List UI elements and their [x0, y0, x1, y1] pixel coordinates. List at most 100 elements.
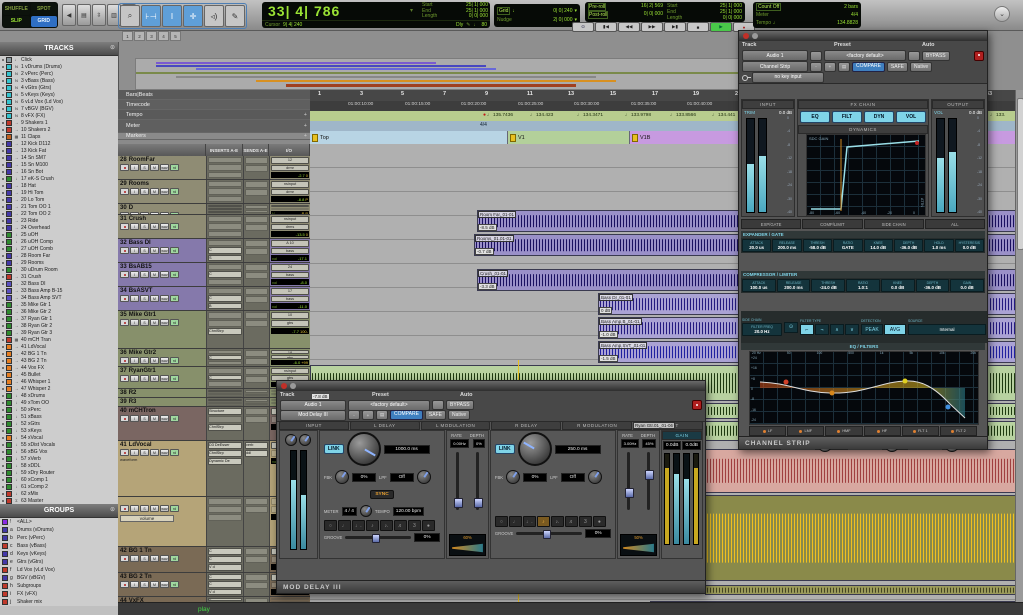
- solo-button[interactable]: S: [140, 164, 149, 171]
- track-list-item[interactable]: → 16 Sn Bot: [0, 168, 118, 175]
- insert-slot[interactable]: C: [208, 205, 242, 207]
- scrollbar-thumb[interactable]: [1017, 98, 1023, 250]
- marker-segment[interactable]: V1: [508, 131, 630, 144]
- right-feedback-value[interactable]: 0%: [523, 473, 547, 482]
- fx-chain-button[interactable]: DYN: [864, 111, 894, 123]
- side-chain-source-selector[interactable]: Internal: [908, 324, 986, 335]
- send-slot[interactable]: [245, 210, 268, 214]
- track-show-dot[interactable]: [2, 227, 4, 229]
- solo-button[interactable]: S: [140, 319, 149, 326]
- insert-slot[interactable]: V d: [208, 564, 242, 571]
- track-name[interactable]: RyanGtr1: [129, 368, 156, 374]
- track-show-dot[interactable]: [2, 164, 4, 166]
- left-depth-value[interactable]: 0%: [473, 439, 485, 448]
- automation-mode-button[interactable]: rd: [170, 188, 179, 195]
- record-enable-button[interactable]: [120, 164, 129, 171]
- track-name[interactable]: Mike Gtr2: [129, 350, 156, 356]
- edit-tool-button[interactable]: ⌕: [120, 5, 140, 27]
- track-show-dot[interactable]: [2, 122, 4, 124]
- track-header[interactable]: 29Rooms I S M wav rd: [118, 180, 310, 204]
- zoom-preset-button[interactable]: 2: [134, 31, 145, 41]
- native-selector[interactable]: Native: [910, 62, 932, 72]
- input-selector[interactable]: nsinput: [271, 216, 309, 223]
- insert-slot[interactable]: [208, 288, 242, 294]
- insert-slot[interactable]: [208, 196, 242, 202]
- send-slot[interactable]: [245, 548, 268, 555]
- record-enable-button[interactable]: [120, 415, 129, 422]
- safe-button[interactable]: SAFE: [425, 410, 446, 420]
- note-duration-button[interactable]: ♩: [338, 520, 351, 531]
- track-list-item[interactable]: → 22 Tom OO 2: [0, 210, 118, 217]
- librarian-icon[interactable]: [810, 51, 822, 61]
- right-lpf-knob[interactable]: [588, 470, 602, 484]
- track-view-selector[interactable]: wav: [160, 164, 169, 171]
- insert-slot[interactable]: [208, 164, 242, 170]
- name-column-header[interactable]: [118, 144, 206, 156]
- mute-button[interactable]: M: [150, 223, 159, 230]
- send-slot[interactable]: [245, 556, 268, 563]
- track-show-dot[interactable]: [2, 451, 4, 453]
- solo-button[interactable]: S: [140, 188, 149, 195]
- insert-slot[interactable]: C: [208, 548, 242, 555]
- track-view-label[interactable]: waveform: [120, 457, 206, 462]
- track-show-dot[interactable]: [2, 353, 4, 355]
- insert-slot[interactable]: D3 DeEsser: [208, 442, 242, 449]
- automation-mode-button[interactable]: rd: [170, 555, 179, 562]
- track-show-dot[interactable]: [2, 262, 4, 264]
- note-duration-button[interactable]: ○: [324, 520, 337, 531]
- track-show-dot[interactable]: [2, 395, 4, 397]
- track-name[interactable]: Crush: [129, 216, 146, 222]
- track-list-item[interactable]: → 21 Tom OO 1: [0, 203, 118, 210]
- input-selector[interactable]: 17: [271, 288, 309, 295]
- track-show-dot[interactable]: [2, 206, 4, 208]
- send-slot[interactable]: [245, 272, 268, 279]
- automation-mode-button[interactable]: rd: [170, 415, 179, 422]
- input-selector[interactable]: 24: [271, 264, 309, 271]
- insert-slot[interactable]: C: [208, 574, 242, 580]
- track-list-item[interactable]: → 44 Vox FX: [0, 364, 118, 371]
- dynamics-param[interactable]: ATTACK20.0 us: [742, 239, 771, 252]
- insert-slot[interactable]: [208, 188, 242, 194]
- input-trim-knob[interactable]: [299, 434, 311, 446]
- track-list-item[interactable]: ↓ 61 xComp 2: [0, 483, 118, 490]
- tempo-event[interactable]: ● ♩ 135.7436: [483, 112, 513, 118]
- groove-slider[interactable]: [516, 532, 582, 535]
- transport-button[interactable]: ▮◀: [595, 22, 617, 32]
- output-vol-value[interactable]: 0.0 dB: [969, 110, 982, 115]
- tracks-menu-icon[interactable]: ⊙: [110, 44, 115, 51]
- track-view-selector[interactable]: wav: [160, 247, 169, 254]
- send-slot[interactable]: [245, 296, 268, 303]
- input-monitor-button[interactable]: I: [130, 164, 139, 171]
- track-list-item[interactable]: ↓ 48 xDrums: [0, 392, 118, 399]
- mute-button[interactable]: M: [150, 415, 159, 422]
- input-monitor-button[interactable]: I: [130, 223, 139, 230]
- dynamics-param[interactable]: RATIO1.0:1: [846, 279, 880, 292]
- input-monitor-button[interactable]: I: [130, 188, 139, 195]
- clip-gain-badge[interactable]: -3.3 dB: [478, 283, 497, 290]
- send-slot[interactable]: [245, 264, 268, 271]
- insert-slot[interactable]: [208, 216, 242, 222]
- insert-slot[interactable]: [208, 279, 242, 285]
- track-list-item[interactable]: → 31 Crush: [0, 273, 118, 280]
- input-selector[interactable]: 10: [271, 312, 309, 319]
- zoom-button[interactable]: ⇳: [92, 4, 106, 26]
- track-list-item[interactable]: N 1 vDrums (Drums): [0, 63, 118, 70]
- left-rate-slider[interactable]: [456, 452, 459, 510]
- right-mix[interactable]: 50%: [620, 534, 657, 556]
- track-show-dot[interactable]: [2, 213, 4, 215]
- mute-button[interactable]: M: [150, 164, 159, 171]
- insert-slot[interactable]: C: [208, 399, 242, 401]
- auto-enable-button[interactable]: [432, 400, 444, 410]
- input-monitor-button[interactable]: I: [130, 319, 139, 326]
- detection-avg-button[interactable]: AVG: [884, 324, 906, 335]
- automation-mode-button[interactable]: rd: [170, 319, 179, 326]
- track-show-dot[interactable]: [2, 248, 4, 250]
- groups-menu-icon[interactable]: ⊙: [110, 506, 115, 513]
- group-list-item[interactable]: g BGV (vBGV): [0, 574, 118, 582]
- edit-tool-button[interactable]: ✛: [183, 5, 203, 27]
- track-show-dot[interactable]: [2, 234, 4, 236]
- safe-button[interactable]: SAFE: [887, 62, 908, 72]
- send-slot[interactable]: [245, 320, 268, 327]
- filter-type-highpass-icon[interactable]: ¬: [815, 324, 829, 335]
- transport-button[interactable]: ▶▮: [664, 22, 686, 32]
